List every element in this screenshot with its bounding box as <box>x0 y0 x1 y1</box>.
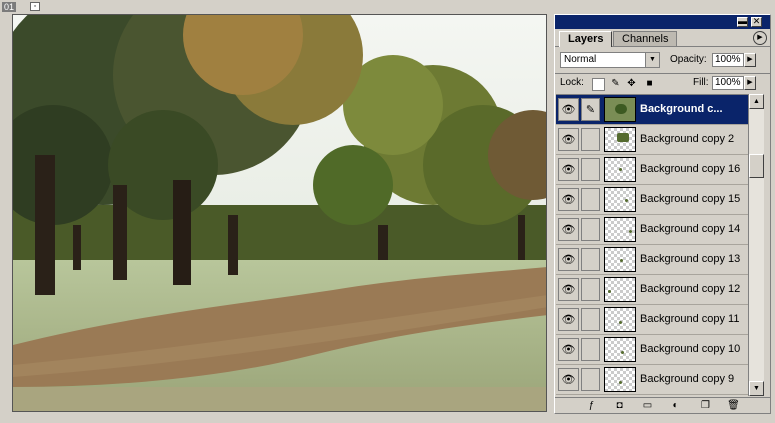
layer-row[interactable]: 👁 Background copy 10 <box>556 335 748 365</box>
layer-name: Background copy 16 <box>640 163 741 175</box>
layer-row[interactable]: 👁 Background copy 2 <box>556 125 748 155</box>
blend-opacity-row: Normal ▼ Opacity: 100% ▶ <box>555 50 770 70</box>
visibility-eye-icon[interactable]: 👁 <box>558 338 579 361</box>
layer-name: Background copy 10 <box>640 343 741 355</box>
paintbrush-icon[interactable]: ✎ <box>581 98 600 121</box>
adjustment-layer-icon[interactable]: ◐ <box>669 400 682 412</box>
visibility-eye-icon[interactable]: 👁 <box>558 278 579 301</box>
lock-label: Lock: <box>560 77 584 88</box>
layer-row[interactable]: 👁 ✎ Background c... <box>556 95 748 125</box>
link-slot[interactable] <box>581 218 600 241</box>
scroll-down-icon[interactable]: ▼ <box>749 381 764 396</box>
layer-name: Background c... <box>640 103 723 115</box>
layer-thumbnail <box>604 247 636 272</box>
visibility-eye-icon[interactable]: 👁 <box>558 248 579 271</box>
link-slot[interactable] <box>581 368 600 391</box>
layer-thumbnail <box>604 157 636 182</box>
visibility-eye-icon[interactable]: 👁 <box>558 218 579 241</box>
lock-fill-row: Lock: ✎ ✥ ■ Fill: 100% ▶ <box>555 73 770 92</box>
layers-list: 👁 ✎ Background c... 👁 Background copy 2 … <box>556 94 748 397</box>
visibility-eye-icon[interactable]: 👁 <box>558 158 579 181</box>
document-window: 01 ▫ <box>0 0 551 423</box>
link-slot[interactable] <box>581 248 600 271</box>
layer-row[interactable]: 👁 Background copy 11 <box>556 305 748 335</box>
layer-name: Background copy 13 <box>640 253 741 265</box>
link-slot[interactable] <box>581 308 600 331</box>
layer-style-icon[interactable]: ƒ <box>585 400 598 412</box>
lock-all-padlock-icon[interactable]: ■ <box>644 78 655 89</box>
layer-mask-icon[interactable]: ◘ <box>613 400 626 412</box>
fill-label: Fill: <box>693 77 709 88</box>
document-titlebar: 01 ▫ <box>0 0 551 14</box>
link-slot[interactable] <box>581 278 600 301</box>
layer-thumbnail <box>604 367 636 392</box>
document-window-icon[interactable]: ▫ <box>30 2 40 11</box>
layer-row[interactable]: 👁 Background copy 12 <box>556 275 748 305</box>
tab-channels[interactable]: Channels <box>613 31 678 46</box>
layer-name: Background copy 11 <box>640 313 740 325</box>
layer-row[interactable]: 👁 Background copy 13 <box>556 245 748 275</box>
layer-name: Background copy 15 <box>640 193 741 205</box>
layer-name: Background copy 2 <box>640 133 735 145</box>
visibility-eye-icon[interactable]: 👁 <box>558 308 579 331</box>
fill-slider-button[interactable]: ▶ <box>744 76 756 90</box>
document-number-badge: 01 <box>2 2 17 12</box>
link-slot[interactable] <box>581 128 600 151</box>
layer-thumbnail <box>604 97 636 122</box>
visibility-eye-icon[interactable]: 👁 <box>558 368 579 391</box>
scroll-up-icon[interactable]: ▲ <box>749 94 764 109</box>
layer-thumbnail <box>604 217 636 242</box>
layer-row[interactable]: 👁 Background copy 14 <box>556 215 748 245</box>
opacity-input[interactable]: 100% <box>712 53 744 67</box>
layer-thumbnail <box>604 307 636 332</box>
layer-name: Background copy 14 <box>640 223 741 235</box>
layer-set-icon[interactable]: ▭ <box>641 400 654 412</box>
blend-mode-select[interactable]: Normal ▼ <box>560 52 660 68</box>
new-layer-icon[interactable]: ❐ <box>699 400 712 412</box>
opacity-slider-button[interactable]: ▶ <box>744 53 756 67</box>
tab-layers[interactable]: Layers <box>559 31 613 47</box>
layers-palette: ▬ ✕ Layers Channels ▶ Normal ▼ Opacity: … <box>554 14 771 414</box>
layer-thumbnail <box>604 127 636 152</box>
image-canvas[interactable] <box>12 14 547 412</box>
palette-titlebar[interactable]: ▬ ✕ <box>555 15 770 29</box>
fill-input[interactable]: 100% <box>712 76 744 90</box>
link-slot[interactable] <box>581 158 600 181</box>
layer-name: Background copy 12 <box>640 283 741 295</box>
lock-paint-brush-icon[interactable]: ✎ <box>610 78 621 89</box>
layer-name: Background copy 9 <box>640 373 735 385</box>
visibility-eye-icon[interactable]: 👁 <box>558 128 579 151</box>
scrollbar-thumb[interactable] <box>749 154 764 178</box>
palette-bottom-bar: ƒ ◘ ▭ ◐ ❐ 🗑 <box>555 397 770 414</box>
minimize-icon[interactable]: ▬ <box>737 17 748 27</box>
lock-transparency-icon[interactable] <box>592 78 605 91</box>
close-icon[interactable]: ✕ <box>751 17 762 27</box>
layer-thumbnail <box>604 187 636 212</box>
layers-scrollbar[interactable]: ▲ ▼ <box>748 94 764 396</box>
forest-photo <box>13 15 546 411</box>
visibility-eye-icon[interactable]: 👁 <box>558 188 579 211</box>
link-slot[interactable] <box>581 188 600 211</box>
chevron-down-icon: ▼ <box>645 53 659 67</box>
palette-tabs: Layers Channels <box>555 29 770 47</box>
layer-thumbnail <box>604 337 636 362</box>
layer-thumbnail <box>604 277 636 302</box>
lock-position-move-icon[interactable]: ✥ <box>626 78 637 89</box>
layer-row[interactable]: 👁 Background copy 9 <box>556 365 748 395</box>
blend-mode-value: Normal <box>564 54 597 65</box>
visibility-eye-icon[interactable]: 👁 <box>558 98 579 121</box>
layer-row[interactable]: 👁 Background copy 16 <box>556 155 748 185</box>
trash-icon[interactable]: 🗑 <box>727 400 740 412</box>
layer-row[interactable]: 👁 Background copy 15 <box>556 185 748 215</box>
palette-menu-button[interactable]: ▶ <box>753 31 767 45</box>
opacity-label: Opacity: <box>670 54 707 65</box>
link-slot[interactable] <box>581 338 600 361</box>
